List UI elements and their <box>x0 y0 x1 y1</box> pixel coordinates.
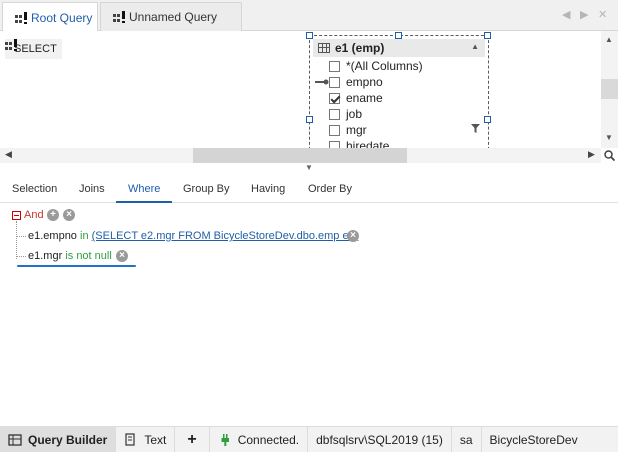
tab-joins[interactable]: Joins <box>79 183 105 195</box>
text-view-icon <box>125 432 135 446</box>
query-builder-label: Query Builder <box>28 432 108 447</box>
and-group-label[interactable]: And <box>24 209 44 221</box>
query-diagram-canvas[interactable]: SELECT e1 (emp) ▲ *(All Columns) empno e… <box>0 31 601 148</box>
tab-unnamed-query[interactable]: Unnamed Query <box>100 2 242 31</box>
table-emp-header[interactable]: e1 (emp) ▲ <box>313 39 485 57</box>
add-condition-icon[interactable]: + <box>47 209 59 221</box>
tab-selection[interactable]: Selection <box>12 183 57 195</box>
resize-handle[interactable] <box>306 116 313 123</box>
column-checkbox[interactable] <box>329 60 340 72</box>
query-tab-bar: Root Query Unnamed Query ◀ ▶ ✕ <box>0 0 618 32</box>
condition-field[interactable]: e1.mgr <box>28 250 62 262</box>
condition-operator[interactable]: is not null <box>65 250 111 262</box>
column-name: ename <box>346 91 383 105</box>
condition-field[interactable]: e1.empno <box>28 230 77 242</box>
column-row-job[interactable]: job <box>313 106 483 122</box>
tab-root-query[interactable]: Root Query <box>2 2 98 32</box>
plug-icon <box>221 433 229 446</box>
scroll-thumb[interactable] <box>193 148 407 163</box>
where-conditions-panel[interactable]: And + × e1.empno in (SELECT e2.mgr FROM … <box>0 204 618 426</box>
resize-handle[interactable] <box>484 32 491 39</box>
scroll-up-icon[interactable]: ▲ <box>605 35 613 44</box>
tab-root-query-label: Root Query <box>31 10 93 25</box>
tree-connector <box>16 236 26 237</box>
tab-close-icon[interactable]: ✕ <box>598 8 607 21</box>
splitter-chevron-down-icon[interactable]: ▼ <box>305 163 313 172</box>
scroll-down-icon[interactable]: ▼ <box>605 133 613 142</box>
column-checkbox[interactable] <box>329 108 340 120</box>
remove-group-icon[interactable]: × <box>63 209 75 221</box>
resize-handle[interactable] <box>306 32 313 39</box>
where-condition-2[interactable]: e1.mgr is not null <box>28 250 112 262</box>
column-name: mgr <box>346 123 367 137</box>
column-row-mgr[interactable]: mgr <box>313 122 483 138</box>
resize-handle[interactable] <box>484 116 491 123</box>
table-icon <box>318 43 330 53</box>
tab-scroll-right-icon[interactable]: ▶ <box>580 8 588 21</box>
tab-scroll-left-icon[interactable]: ◀ <box>562 8 570 21</box>
server-name[interactable]: dbfsqlsrv\SQL2019 (15) <box>308 427 452 452</box>
diagram-horizontal-scrollbar[interactable]: ◀ ▶ <box>0 148 601 163</box>
column-row-hiredate[interactable]: hiredate <box>313 138 483 148</box>
column-checkbox[interactable] <box>329 140 340 148</box>
query-icon <box>113 11 125 23</box>
scroll-left-icon[interactable]: ◀ <box>5 149 12 160</box>
column-row-ename[interactable]: ename <box>313 90 483 106</box>
active-tab-indicator <box>116 201 172 203</box>
tab-where[interactable]: Where <box>128 183 160 195</box>
query-builder-view-button[interactable]: Query Builder <box>0 427 117 452</box>
user-name[interactable]: sa <box>452 427 482 452</box>
select-node-label: SELECT <box>14 43 57 55</box>
builder-tabs: Selection Joins Where Group By Having Or… <box>0 177 618 203</box>
column-row-all[interactable]: *(All Columns) <box>313 58 483 74</box>
tab-unnamed-query-label: Unnamed Query <box>129 10 218 24</box>
key-icon <box>315 79 329 85</box>
add-button[interactable]: + <box>175 427 210 452</box>
condition-operator[interactable]: in <box>80 230 89 242</box>
remove-condition-icon[interactable]: × <box>116 250 128 262</box>
status-bar: Query Builder Text + Connected. dbfsqlsr… <box>0 426 618 452</box>
tree-connector <box>16 256 26 257</box>
select-node[interactable]: SELECT <box>5 39 62 59</box>
column-checkbox[interactable] <box>329 76 340 88</box>
connection-status-label: Connected. <box>237 432 300 447</box>
query-icon <box>15 11 27 24</box>
database-name[interactable]: BicycleStoreDev <box>482 427 586 452</box>
scroll-right-icon[interactable]: ▶ <box>588 149 595 160</box>
zoom-search-icon[interactable] <box>601 148 618 163</box>
column-name: *(All Columns) <box>346 59 423 73</box>
column-name: empno <box>346 75 383 89</box>
tab-having[interactable]: Having <box>251 183 285 195</box>
column-name: hiredate <box>346 139 390 148</box>
column-checkbox[interactable] <box>329 124 340 136</box>
table-emp-title: e1 (emp) <box>335 41 385 55</box>
column-row-empno[interactable]: empno <box>313 74 483 90</box>
remove-condition-icon[interactable]: × <box>347 230 359 242</box>
connection-status[interactable]: Connected. <box>210 427 309 452</box>
column-checkbox-checked[interactable] <box>329 92 340 104</box>
table-icon <box>8 433 22 446</box>
condition-subquery-link[interactable]: (SELECT e2.mgr FROM BicycleStoreDev.dbo.… <box>92 230 359 242</box>
column-name: job <box>346 107 363 121</box>
text-view-button[interactable]: Text <box>116 427 176 452</box>
where-condition-1[interactable]: e1.empno in (SELECT e2.mgr FROM BicycleS… <box>28 230 358 242</box>
collapse-minus-icon[interactable] <box>12 211 21 220</box>
tab-order-by[interactable]: Order By <box>308 183 352 195</box>
tab-group-by[interactable]: Group By <box>183 183 229 195</box>
scroll-thumb[interactable] <box>601 79 618 99</box>
collapse-up-icon[interactable]: ▲ <box>471 42 479 51</box>
resize-handle[interactable] <box>395 32 402 39</box>
filter-icon[interactable] <box>471 124 480 133</box>
focus-underline <box>17 265 136 267</box>
table-emp-box[interactable]: e1 (emp) ▲ *(All Columns) empno ename jo… <box>306 32 491 148</box>
diagram-vertical-scrollbar[interactable]: ▲ ▼ <box>601 31 618 148</box>
text-view-label: Text <box>144 432 167 447</box>
tree-connector <box>16 221 17 259</box>
